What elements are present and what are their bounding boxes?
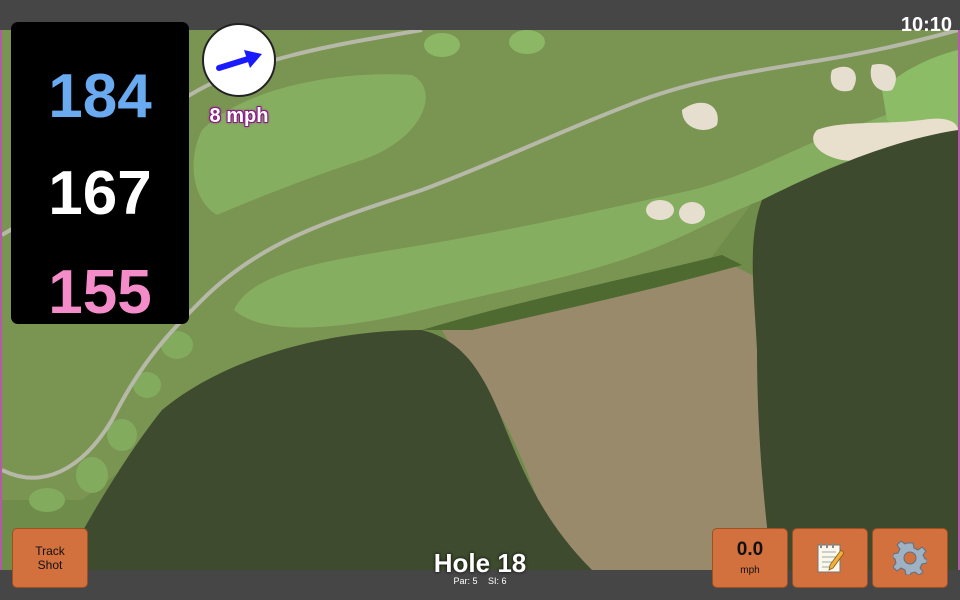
back-distance: 184 bbox=[48, 62, 152, 131]
settings-button[interactable] bbox=[872, 528, 948, 588]
speed-unit: mph bbox=[740, 565, 760, 576]
notes-button[interactable] bbox=[792, 528, 868, 588]
stroke-index-label: SI: 6 bbox=[488, 576, 507, 586]
track-shot-button[interactable]: Track Shot bbox=[12, 528, 88, 588]
hole-meta: Par: 5 SI: 6 bbox=[380, 576, 580, 586]
speed-value: 0.0 bbox=[736, 539, 764, 560]
speed-button[interactable]: 0.0 mph bbox=[712, 528, 788, 588]
arrow-east-northeast-icon bbox=[216, 50, 262, 71]
front-distance: 155 bbox=[48, 258, 152, 327]
middle-distance: 167 bbox=[48, 159, 152, 228]
track-shot-label-line1: Track bbox=[35, 544, 65, 558]
track-shot-label-line2: Shot bbox=[37, 558, 63, 572]
hole-title: Hole 18 bbox=[433, 548, 527, 578]
par-label: Par: 5 bbox=[453, 576, 478, 586]
wind-direction-indicator bbox=[202, 23, 276, 97]
hole-info: Hole 18 Par: 5 SI: 6 bbox=[380, 548, 580, 586]
notepad-icon bbox=[817, 543, 845, 573]
clock-time: 10:10 bbox=[900, 14, 952, 36]
gear-icon bbox=[893, 541, 927, 575]
wind-speed-label: 8 mph bbox=[209, 105, 269, 127]
distance-panel: 184 167 155 bbox=[11, 22, 189, 324]
